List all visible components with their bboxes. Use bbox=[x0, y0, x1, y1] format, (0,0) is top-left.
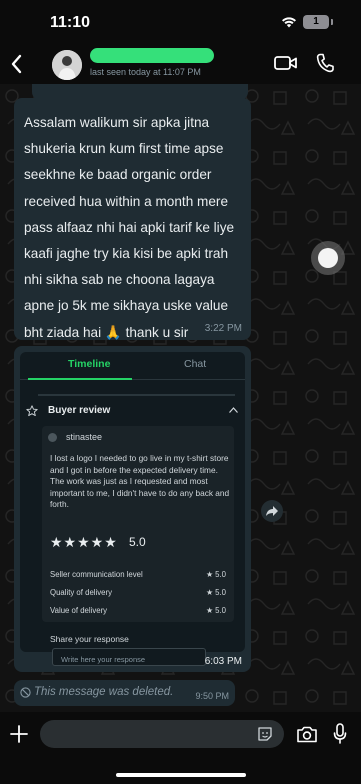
avatar[interactable] bbox=[52, 50, 82, 80]
last-seen: last seen today at 11:07 PM bbox=[90, 67, 201, 77]
divider bbox=[38, 394, 235, 396]
rating-label: Seller communication level bbox=[50, 570, 143, 579]
person-icon bbox=[52, 50, 82, 80]
review-screenshot: Timeline Chat Buyer review stinastee I l… bbox=[20, 352, 245, 652]
chevron-up-icon bbox=[229, 407, 238, 413]
rating-label: Quality of delivery bbox=[50, 588, 112, 597]
phone-icon[interactable] bbox=[316, 53, 334, 73]
deleted-message-bubble[interactable]: This message was deleted. 9:50 PM bbox=[14, 680, 235, 706]
message-time: 9:50 PM bbox=[195, 691, 229, 701]
battery-tip bbox=[331, 19, 333, 25]
active-tab-indicator bbox=[28, 378, 132, 380]
chat-area[interactable]: Assalam walikum sir apka jitna shukeria … bbox=[0, 84, 361, 712]
review-text: I lost a logo I needed to go live in my … bbox=[50, 453, 230, 510]
review-card: stinastee I lost a logo I needed to go l… bbox=[42, 426, 234, 622]
chat-header: last seen today at 11:07 PM bbox=[0, 46, 361, 84]
video-icon[interactable] bbox=[274, 54, 298, 72]
tab-bar: Timeline Chat bbox=[20, 352, 245, 380]
response-input: Write here your response bbox=[52, 648, 206, 666]
reviewer-avatar bbox=[48, 433, 57, 442]
wifi-icon bbox=[282, 17, 296, 28]
rating-row-value: ★ 5.0 bbox=[206, 570, 226, 579]
contact-name[interactable] bbox=[90, 48, 214, 63]
tab-chat: Chat bbox=[184, 358, 207, 370]
sticker-icon[interactable] bbox=[257, 726, 273, 742]
image-message-bubble[interactable]: Timeline Chat Buyer review stinastee I l… bbox=[14, 346, 251, 672]
rating-label: Value of delivery bbox=[50, 606, 108, 615]
blocked-icon bbox=[20, 687, 31, 698]
rating-row: Quality of delivery ★ 5.0 bbox=[50, 588, 226, 597]
rating-value: 5.0 bbox=[129, 535, 146, 549]
message-time: 6:03 PM bbox=[204, 656, 242, 667]
deleted-message-text: This message was deleted. bbox=[34, 686, 174, 698]
status-bar: 11:10 1 bbox=[0, 0, 361, 46]
reviewer-name: stinastee bbox=[66, 432, 103, 442]
section-title: Buyer review bbox=[48, 405, 111, 416]
input-bar bbox=[0, 712, 361, 784]
message-input[interactable] bbox=[40, 720, 284, 748]
mic-icon[interactable] bbox=[333, 723, 347, 745]
message-text: Assalam walikum sir apka jitna shukeria … bbox=[24, 115, 235, 340]
camera-icon[interactable] bbox=[296, 726, 318, 743]
back-icon[interactable] bbox=[10, 54, 24, 74]
rating-row-value: ★ 5.0 bbox=[206, 606, 226, 615]
plus-icon[interactable] bbox=[10, 725, 28, 743]
share-label: Share your response bbox=[50, 634, 129, 644]
assistive-touch-button[interactable] bbox=[311, 241, 345, 275]
battery-indicator: 1 bbox=[303, 15, 329, 29]
rating-row-value: ★ 5.0 bbox=[206, 588, 226, 597]
message-time: 3:22 PM bbox=[204, 323, 242, 334]
star-outline-icon bbox=[26, 405, 38, 417]
forward-icon[interactable] bbox=[261, 500, 283, 522]
rating-stars: ★★★★★ bbox=[50, 534, 118, 550]
status-time: 11:10 bbox=[50, 14, 91, 31]
tab-timeline: Timeline bbox=[68, 358, 111, 370]
home-indicator bbox=[116, 773, 246, 777]
rating-row: Seller communication level ★ 5.0 bbox=[50, 570, 226, 579]
message-bubble[interactable]: Assalam walikum sir apka jitna shukeria … bbox=[14, 98, 251, 340]
assistive-touch-dot bbox=[318, 248, 338, 268]
rating-row: Value of delivery ★ 5.0 bbox=[50, 606, 226, 615]
